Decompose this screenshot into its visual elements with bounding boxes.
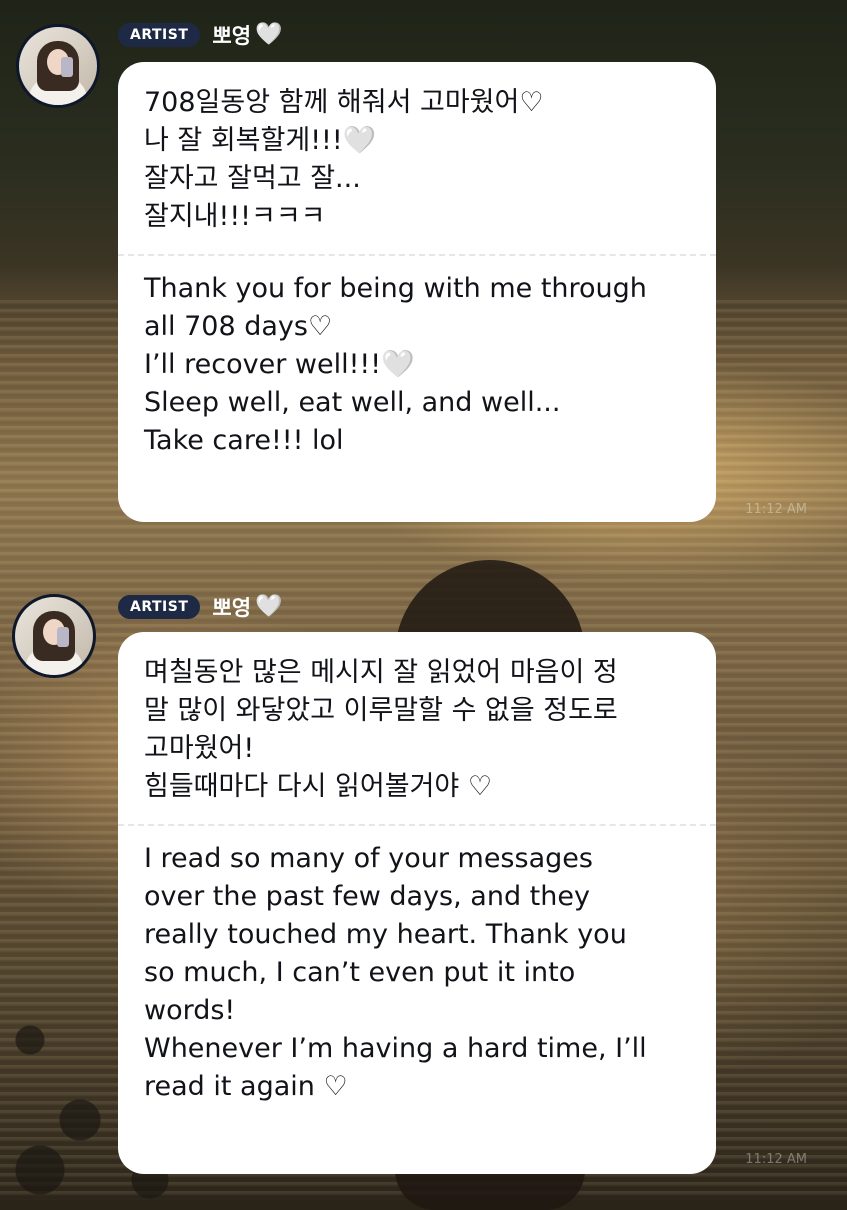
sender-name[interactable]: 뽀영 🤍 — [212, 20, 282, 50]
korean-line: 잘자고 잘먹고 잘... — [144, 163, 361, 194]
white-heart-icon: 🤍 — [255, 594, 283, 619]
english-line: Thank you for being with me through — [144, 273, 647, 304]
english-line: all 708 days♡ — [144, 311, 333, 342]
english-line: Sleep well, eat well, and well... — [144, 387, 561, 418]
sender-name-text: 뽀영 — [212, 24, 252, 48]
white-heart-icon: 🤍 — [255, 22, 283, 47]
message-timestamp: 11:12 AM — [745, 1152, 807, 1167]
korean-line: 힘들때마다 다시 읽어볼거야 ♡ — [144, 771, 493, 802]
english-line: I’ll recover well!!!🤍 — [144, 349, 415, 380]
message-bubble[interactable]: 708일동앙 함께 해줘서 고마웠어♡ 나 잘 회복할게!!!🤍 잘자고 잘먹고… — [118, 62, 716, 522]
avatar[interactable] — [12, 594, 96, 678]
korean-text: 며칠동안 많은 메시지 잘 읽었어 마음이 정 말 많이 와닿았고 이루말할 수… — [144, 654, 690, 806]
artist-badge: ARTIST — [118, 23, 201, 47]
sender-name[interactable]: 뽀영 🤍 — [212, 592, 282, 622]
english-line: Whenever I’m having a hard time, I’ll — [144, 1033, 647, 1064]
korean-line: 말 많이 와닿았고 이루말할 수 없을 정도로 — [144, 695, 618, 726]
message-timestamp: 11:12 AM — [745, 502, 807, 517]
avatar-photo — [15, 597, 93, 675]
sender-name-text: 뽀영 — [212, 596, 252, 620]
english-translation: I read so many of your messages over the… — [144, 840, 690, 1106]
korean-text: 708일동앙 함께 해줘서 고마웠어♡ 나 잘 회복할게!!!🤍 잘자고 잘먹고… — [144, 84, 690, 236]
avatar-photo — [19, 27, 97, 105]
english-line: read it again ♡ — [144, 1071, 348, 1102]
translation-divider — [118, 254, 716, 256]
english-line: really touched my heart. Thank you — [144, 919, 627, 950]
sender-row: ARTIST 뽀영 🤍 — [118, 592, 282, 622]
english-line: over the past few days, and they — [144, 881, 590, 912]
sender-row: ARTIST 뽀영 🤍 — [118, 20, 282, 50]
english-line: Take care!!! lol — [144, 425, 344, 456]
english-line: so much, I can’t even put it into — [144, 957, 576, 988]
korean-line: 고마웠어! — [144, 733, 255, 764]
translation-divider — [118, 824, 716, 826]
korean-line: 며칠동안 많은 메시지 잘 읽었어 마음이 정 — [144, 657, 618, 688]
avatar[interactable] — [16, 24, 100, 108]
korean-line: 나 잘 회복할게!!!🤍 — [144, 125, 377, 156]
artist-badge: ARTIST — [118, 595, 201, 619]
english-translation: Thank you for being with me through all … — [144, 270, 690, 460]
english-line: words! — [144, 995, 236, 1026]
korean-line: 잘지내!!!ㅋㅋㅋ — [144, 201, 326, 232]
message-bubble[interactable]: 며칠동안 많은 메시지 잘 읽었어 마음이 정 말 많이 와닿았고 이루말할 수… — [118, 632, 716, 1174]
english-line: I read so many of your messages — [144, 843, 593, 874]
korean-line: 708일동앙 함께 해줘서 고마웠어♡ — [144, 87, 544, 118]
